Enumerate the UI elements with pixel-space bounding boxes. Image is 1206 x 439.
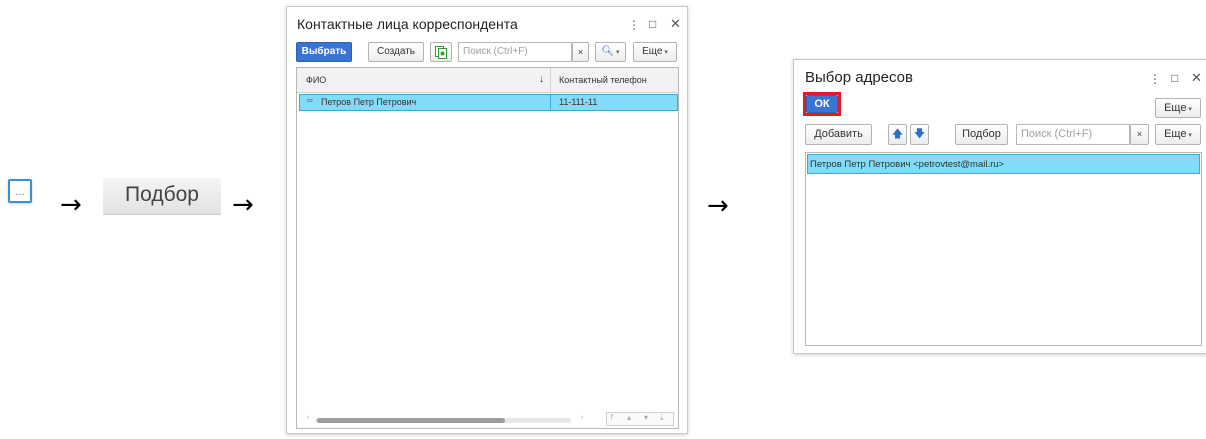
more-button-label: Еще [642,46,663,57]
column-divider [550,68,551,92]
copy-button[interactable] [430,42,452,62]
row-name: Петров Петр Петрович [321,97,417,107]
navigation-buttons: ⤒ ▴ ▾ ⤓ [606,412,674,426]
ok-button[interactable]: ОК [806,95,838,113]
create-button[interactable]: Создать [368,42,424,62]
clear-icon: × [1136,129,1143,139]
contacts-table: ФИО ↓ Контактный телефон ═ Петров Петр П… [296,67,679,429]
select-button[interactable]: Выбрать [296,42,352,62]
more-actions-icon[interactable]: ⋮ [628,18,640,32]
move-up-button[interactable]: 🡅 [888,124,907,145]
row-status-icon: ═ [307,96,313,105]
arrow-right-icon: → [707,191,729,221]
more-button-label: Еще [1164,102,1187,114]
search-icon: 🔍︎ [601,46,615,57]
address-text: Петров Петр Петрович <petrovtest@mail.ru… [810,159,1005,170]
arrow-right-icon: → [60,190,82,220]
search-input[interactable]: Поиск (Ctrl+F) [1016,124,1130,145]
row-phone: 11-111-11 [559,97,598,107]
column-divider [550,94,551,111]
scroll-right-icon[interactable]: › [581,414,583,421]
arrow-right-icon: → [232,190,254,220]
close-icon[interactable]: ✕ [1191,70,1202,86]
clear-search-button[interactable]: × [572,42,589,62]
column-header-name[interactable]: ФИО [306,75,326,85]
select-dots-button[interactable]: ... [8,179,32,203]
search-options-button[interactable]: 🔍︎ ▾ [595,42,626,62]
chevron-down-icon: ▾ [662,49,668,56]
dots-label: ... [15,186,25,198]
chevron-down-icon: ▾ [1186,106,1192,113]
podbor-button-large[interactable]: Подбор [103,178,221,215]
sort-arrow-icon: ↓ [539,74,544,85]
clear-icon: × [577,47,584,57]
maximize-icon[interactable]: □ [1171,71,1178,85]
previous-page-icon[interactable]: ▴ [627,413,631,422]
column-header-phone[interactable]: Контактный телефон [559,75,647,85]
copy-icon [435,46,447,59]
next-page-icon[interactable]: ▾ [644,413,648,422]
scrollbar-thumb[interactable] [317,418,505,423]
add-button[interactable]: Добавить [805,124,872,145]
window-title: Контактные лица корреспондента [297,16,518,32]
more-button[interactable]: Еще ▾ [1155,98,1201,118]
podbor-button[interactable]: Подбор [955,124,1008,145]
contacts-window: Контактные лица корреспондента ⋮ □ ✕ Выб… [286,6,688,434]
first-page-icon[interactable]: ⤒ [610,413,614,423]
move-down-button[interactable]: 🡇 [910,124,929,145]
chevron-down-icon: ▾ [1186,132,1192,139]
arrow-down-icon: 🡇 [913,128,926,140]
chevron-down-icon: ▾ [614,49,620,56]
clear-search-button[interactable]: × [1130,124,1149,145]
more-button[interactable]: Еще ▾ [633,42,677,62]
address-window: Выбор адресов ⋮ □ ✕ ОК Еще ▾ Добавить 🡅 … [793,59,1206,354]
more-button-2[interactable]: Еще ▾ [1155,124,1201,145]
close-icon[interactable]: ✕ [670,16,681,32]
scroll-left-icon[interactable]: ‹ [307,414,309,421]
arrow-up-icon: 🡅 [891,128,904,140]
more-button-label: Еще [1164,128,1187,140]
more-actions-icon[interactable]: ⋮ [1149,72,1161,86]
search-input[interactable]: Поиск (Ctrl+F) [458,42,572,62]
address-list: Петров Петр Петрович <petrovtest@mail.ru… [805,152,1202,346]
maximize-icon[interactable]: □ [649,17,656,31]
last-page-icon[interactable]: ⤓ [660,413,664,423]
window-title: Выбор адресов [805,69,913,86]
